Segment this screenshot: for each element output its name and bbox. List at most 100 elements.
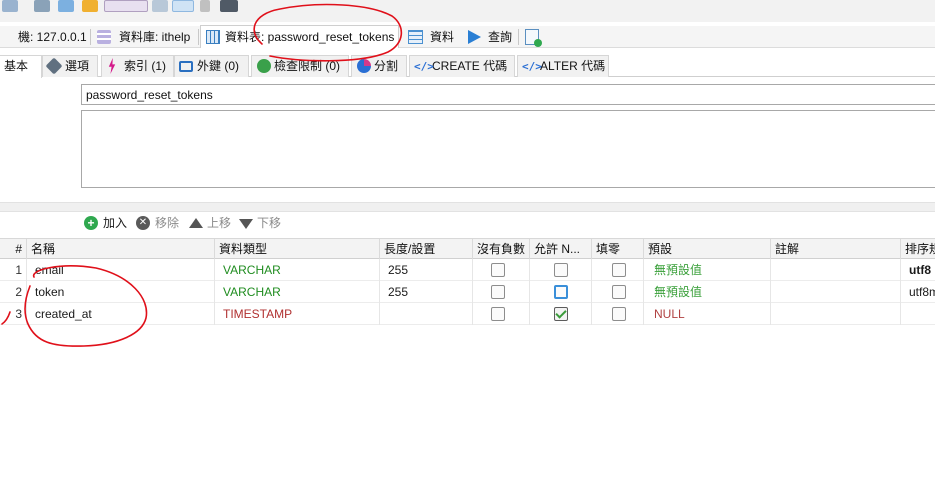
tab-indexes[interactable]: 索引 (1) — [101, 55, 174, 77]
column-default-cell[interactable]: 無預設值 — [643, 259, 770, 281]
tab-basic[interactable]: 基本 — [0, 55, 42, 78]
tab-options[interactable]: 選項 — [42, 55, 98, 77]
column-type-cell[interactable]: VARCHAR — [214, 259, 379, 281]
header-num[interactable]: # — [0, 239, 26, 259]
table-row[interactable]: 3 created_at TIMESTAMP NULL — [0, 303, 935, 325]
column-name-cell[interactable]: created_at — [26, 303, 214, 325]
code-icon: </> — [522, 60, 542, 73]
tab-indexes-label: 索引 (1) — [124, 59, 167, 73]
arrow-icon[interactable] — [200, 0, 210, 12]
breadcrumb-host[interactable]: 機: 127.0.0.1 — [18, 26, 87, 48]
unsigned-cell — [472, 303, 529, 325]
tab-query-label: 查詢 — [488, 30, 513, 44]
new-query-icon[interactable] — [525, 29, 542, 47]
zerofill-checkbox[interactable] — [612, 285, 626, 299]
header-unsigned[interactable]: 沒有負數 — [472, 239, 529, 259]
row-num: 1 — [15, 263, 22, 277]
column-default-cell[interactable]: NULL — [643, 303, 770, 325]
column-comment-cell[interactable] — [770, 259, 900, 281]
remove-column-label: 移除 — [155, 216, 180, 230]
nullable-cell — [529, 281, 591, 303]
zerofill-checkbox[interactable] — [612, 307, 626, 321]
table-comment-textarea[interactable] — [81, 110, 935, 188]
tab-partitions-label: 分割 — [374, 59, 399, 73]
column-collation-cell[interactable]: utf8m — [900, 281, 935, 303]
breadcrumb-table-label: 資料表: password_reset_tokens — [225, 30, 395, 44]
tab-create-code[interactable]: </> CREATE 代碼 — [409, 55, 515, 77]
save-icon[interactable] — [2, 0, 18, 12]
unsigned-cell — [472, 281, 529, 303]
zerofill-cell — [591, 281, 643, 303]
unsigned-checkbox[interactable] — [491, 285, 505, 299]
table-row[interactable]: 1 email VARCHAR 255 無預設值 utf8 — [0, 259, 935, 281]
tab-check-constraints[interactable]: 檢查限制 (0) — [251, 55, 349, 77]
move-up-label: 上移 — [207, 216, 232, 230]
column-comment-cell[interactable] — [770, 281, 900, 303]
tab-foreign-keys[interactable]: 外鍵 (0) — [174, 55, 249, 77]
table-row[interactable]: 2 token VARCHAR 255 無預設值 utf8m — [0, 281, 935, 303]
header-collation[interactable]: 排序規 — [900, 239, 935, 259]
tab-data-label: 資料 — [430, 30, 455, 44]
breadcrumb-database[interactable]: 資料庫: ithelp — [97, 26, 190, 48]
table-name-input[interactable] — [81, 84, 935, 105]
play-icon — [468, 30, 481, 44]
column-collation-cell[interactable]: utf8 — [900, 259, 935, 281]
remove-column-button[interactable]: ✕ 移除 — [136, 214, 179, 232]
move-down-label: 下移 — [257, 216, 282, 230]
unsigned-checkbox[interactable] — [491, 307, 505, 321]
move-down-button[interactable]: 下移 — [238, 214, 281, 232]
table-icon — [206, 30, 220, 44]
refresh-icon[interactable] — [58, 0, 74, 12]
grid-icon — [408, 30, 423, 44]
move-up-button[interactable]: 上移 — [188, 214, 231, 232]
breadcrumb-database-label: 資料庫: ithelp — [119, 30, 191, 44]
column-comment-cell[interactable] — [770, 303, 900, 325]
column-name-cell[interactable]: token — [26, 281, 214, 303]
triangle-up-icon — [189, 218, 203, 228]
breadcrumb: 機: 127.0.0.1 資料庫: ithelp 資料表: password_r… — [0, 25, 935, 48]
code-icon: </> — [414, 60, 434, 73]
column-default-cell[interactable]: 無預設值 — [643, 281, 770, 303]
column-type-cell[interactable]: VARCHAR — [214, 281, 379, 303]
header-length[interactable]: 長度/設置 — [379, 239, 472, 259]
binary-icon[interactable] — [104, 0, 148, 12]
column-length-cell[interactable] — [379, 303, 472, 325]
undo-icon[interactable] — [152, 0, 168, 12]
header-comment[interactable]: 註解 — [770, 239, 900, 259]
tab-query[interactable]: 查詢 — [466, 26, 512, 48]
column-length-cell[interactable]: 255 — [379, 259, 472, 281]
row-num: 3 — [15, 307, 22, 321]
column-name-cell[interactable]: email — [26, 259, 214, 281]
zerofill-checkbox[interactable] — [612, 263, 626, 277]
header-zerofill[interactable]: 填零 — [591, 239, 643, 259]
triangle-down-icon — [239, 219, 253, 229]
remove-circle-icon: ✕ — [136, 216, 150, 230]
breadcrumb-table[interactable]: 資料表: password_reset_tokens — [200, 25, 400, 48]
splitter[interactable] — [0, 202, 935, 212]
tab-alter-code[interactable]: </> ALTER 代碼 — [517, 55, 609, 77]
zerofill-cell — [591, 259, 643, 281]
column-length-cell[interactable]: 255 — [379, 281, 472, 303]
header-type[interactable]: 資料類型 — [214, 239, 379, 259]
pie-icon — [357, 59, 371, 73]
tab-options-label: 選項 — [65, 59, 90, 73]
nullable-checkbox[interactable] — [554, 263, 568, 277]
tab-create-code-label: CREATE 代碼 — [432, 59, 508, 73]
terminal-icon[interactable] — [220, 0, 238, 12]
header-name[interactable]: 名稱 — [26, 239, 214, 259]
header-default[interactable]: 預設 — [643, 239, 770, 259]
tab-data[interactable]: 資料 — [408, 26, 454, 48]
edit-icon[interactable] — [172, 0, 194, 12]
column-type-cell[interactable]: TIMESTAMP — [214, 303, 379, 325]
add-column-button[interactable]: + 加入 — [84, 214, 127, 232]
column-collation-cell[interactable] — [900, 303, 935, 325]
tab-check-constraints-label: 檢查限制 (0) — [274, 59, 341, 73]
warning-icon[interactable] — [82, 0, 98, 12]
search-icon[interactable] — [34, 0, 50, 12]
unsigned-checkbox[interactable] — [491, 263, 505, 277]
nullable-cell — [529, 303, 591, 325]
tab-partitions[interactable]: 分割 — [351, 55, 407, 77]
header-nullable[interactable]: 允許 N... — [529, 239, 591, 259]
nullable-checkbox[interactable] — [554, 285, 568, 299]
nullable-checkbox[interactable] — [554, 307, 568, 321]
